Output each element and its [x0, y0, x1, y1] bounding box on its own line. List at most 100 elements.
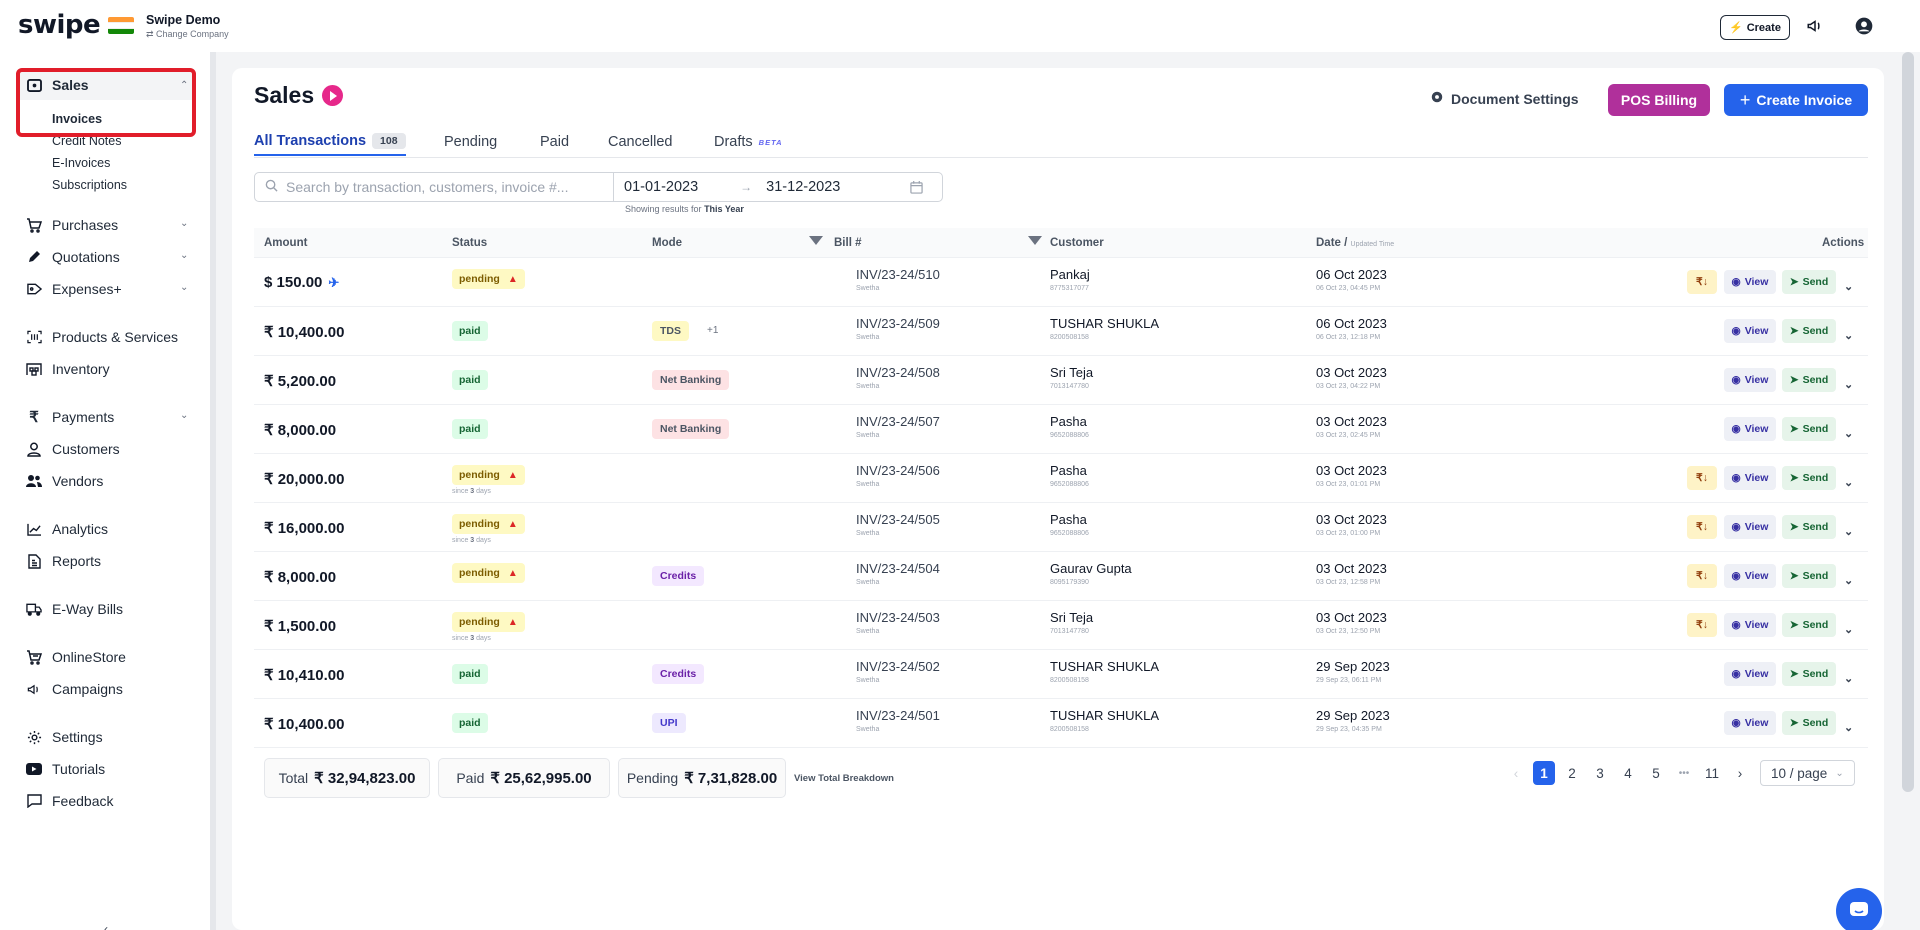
- customer-cell[interactable]: TUSHAR SHUKLA 8200508158: [1050, 659, 1159, 684]
- send-button[interactable]: ➤ Send: [1782, 368, 1836, 392]
- page-11[interactable]: 11: [1698, 761, 1726, 785]
- table-row[interactable]: ₹ 8,000.00 pending ▲ Credits INV/23-24/504 Sw…: [254, 552, 1868, 601]
- filter-icon[interactable]: [809, 236, 823, 245]
- sidebar-item-reports[interactable]: Reports: [26, 550, 101, 572]
- view-button[interactable]: ◉ View: [1724, 368, 1776, 392]
- page-ellipsis[interactable]: •••: [1670, 761, 1698, 785]
- sidebar-sub-subscriptions[interactable]: Subscriptions: [52, 178, 127, 192]
- chevron-down-icon[interactable]: ⌄: [180, 218, 188, 229]
- logo[interactable]: swipe: [18, 10, 135, 40]
- tab-cancelled[interactable]: Cancelled: [608, 128, 673, 156]
- company-switcher[interactable]: Swipe Demo ⇄ Change Company: [146, 13, 229, 40]
- send-button[interactable]: ➤ Send: [1782, 662, 1836, 686]
- bill-cell[interactable]: INV/23-24/504 Swetha: [856, 561, 940, 586]
- table-row[interactable]: ₹ 10,400.00 paid UPI INV/23-24/501 Swetha TUS…: [254, 699, 1868, 748]
- send-button[interactable]: ➤ Send: [1782, 613, 1836, 637]
- tab-pending[interactable]: Pending: [444, 128, 497, 156]
- view-total-breakdown-link[interactable]: View Total Breakdown: [794, 773, 894, 784]
- sidebar-item-quotations[interactable]: Quotations: [26, 246, 120, 268]
- view-button[interactable]: ◉ View: [1724, 662, 1776, 686]
- customer-cell[interactable]: Pasha 9652088806: [1050, 463, 1089, 488]
- column-amount[interactable]: Amount: [264, 237, 307, 249]
- view-button[interactable]: ◉ View: [1724, 564, 1776, 588]
- view-button[interactable]: ◉ View: [1724, 466, 1776, 490]
- bill-cell[interactable]: INV/23-24/507 Swetha: [856, 414, 940, 439]
- customer-cell[interactable]: TUSHAR SHUKLA 8200508158: [1050, 316, 1159, 341]
- search-input[interactable]: [286, 179, 606, 195]
- bill-cell[interactable]: INV/23-24/503 Swetha: [856, 610, 940, 635]
- send-button[interactable]: ➤ Send: [1782, 319, 1836, 343]
- tab-all-transactions[interactable]: All Transactions 108: [254, 128, 406, 156]
- more-actions-chevron-icon[interactable]: ⌄: [1844, 323, 1853, 347]
- table-row[interactable]: ₹ 16,000.00 pending ▲ since 3 days INV/23-24…: [254, 503, 1868, 552]
- sidebar-item-feedback[interactable]: Feedback: [26, 790, 113, 812]
- bill-cell[interactable]: INV/23-24/508 Swetha: [856, 365, 940, 390]
- table-row[interactable]: $ 150.00 ✈ pending ▲ INV/23-24/510 Swetha Pank…: [254, 258, 1868, 307]
- filter-icon[interactable]: [1028, 236, 1042, 245]
- sidebar-item-inventory[interactable]: Inventory: [26, 358, 110, 380]
- more-actions-chevron-icon[interactable]: ⌄: [1844, 470, 1853, 494]
- chevron-down-icon[interactable]: ⌄: [180, 410, 188, 421]
- megaphone-icon[interactable]: [1803, 14, 1827, 38]
- sidebar-item-payments[interactable]: ₹ Payments: [26, 406, 114, 428]
- payment-mode-more[interactable]: +1: [707, 325, 718, 336]
- view-button[interactable]: ◉ View: [1724, 515, 1776, 539]
- chevron-down-icon[interactable]: ⌄: [180, 250, 188, 261]
- send-button[interactable]: ➤ Send: [1782, 564, 1836, 588]
- column-date[interactable]: Date / Updated Time: [1316, 237, 1394, 249]
- page-3[interactable]: 3: [1586, 761, 1614, 785]
- account-icon[interactable]: [1852, 14, 1876, 38]
- sidebar-item-customers[interactable]: Customers: [26, 438, 120, 460]
- page-5[interactable]: 5: [1642, 761, 1670, 785]
- page-scrollbar[interactable]: [1902, 52, 1914, 792]
- more-actions-chevron-icon[interactable]: ⌄: [1844, 372, 1853, 396]
- more-actions-chevron-icon[interactable]: ⌄: [1844, 421, 1853, 445]
- customer-cell[interactable]: Gaurav Gupta 8095179390: [1050, 561, 1132, 586]
- customer-cell[interactable]: Pasha 9652088806: [1050, 414, 1089, 439]
- bill-cell[interactable]: INV/23-24/506 Swetha: [856, 463, 940, 488]
- send-button[interactable]: ➤ Send: [1782, 711, 1836, 735]
- view-button[interactable]: ◉ View: [1724, 270, 1776, 294]
- customer-cell[interactable]: Sri Teja 7013147780: [1050, 365, 1093, 390]
- date-range-picker[interactable]: 01-01-2023 → 31-12-2023: [613, 172, 943, 202]
- sidebar-item-eway-bills[interactable]: E-Way Bills: [26, 598, 123, 620]
- change-company-link[interactable]: ⇄ Change Company: [146, 29, 229, 40]
- view-button[interactable]: ◉ View: [1724, 319, 1776, 343]
- sidebar-item-online-store[interactable]: OnlineStore: [26, 646, 126, 668]
- sidebar-item-vendors[interactable]: Vendors: [26, 470, 103, 492]
- customer-cell[interactable]: Sri Teja 7013147780: [1050, 610, 1093, 635]
- more-actions-chevron-icon[interactable]: ⌄: [1844, 617, 1853, 641]
- record-payment-button[interactable]: ₹↓: [1687, 466, 1717, 490]
- send-button[interactable]: ➤ Send: [1782, 515, 1836, 539]
- send-button[interactable]: ➤ Send: [1782, 466, 1836, 490]
- sidebar-item-products[interactable]: Products & Services: [26, 326, 178, 348]
- view-button[interactable]: ◉ View: [1724, 417, 1776, 441]
- document-settings-button[interactable]: Document Settings: [1430, 90, 1579, 107]
- bill-cell[interactable]: INV/23-24/509 Swetha: [856, 316, 940, 341]
- bill-cell[interactable]: INV/23-24/502 Swetha: [856, 659, 940, 684]
- page-size-select[interactable]: 10 / page ⌄: [1760, 760, 1855, 786]
- create-invoice-button[interactable]: + Create Invoice: [1724, 84, 1868, 116]
- table-row[interactable]: ₹ 10,400.00 paid TDS +1 INV/23-24/509 Swetha T…: [254, 307, 1868, 356]
- send-button[interactable]: ➤ Send: [1782, 270, 1836, 294]
- next-page-icon[interactable]: ›: [1726, 761, 1754, 785]
- customer-cell[interactable]: Pankaj 8775317077: [1050, 267, 1090, 292]
- sidebar-item-purchases[interactable]: Purchases: [26, 214, 118, 236]
- send-button[interactable]: ➤ Send: [1782, 417, 1836, 441]
- sidebar-item-tutorials[interactable]: Tutorials: [26, 758, 105, 780]
- bill-cell[interactable]: INV/23-24/501 Swetha: [856, 708, 940, 733]
- sidebar-item-analytics[interactable]: Analytics: [26, 518, 108, 540]
- sidebar-item-settings[interactable]: Settings: [26, 726, 103, 748]
- customer-cell[interactable]: Pasha 9652088806: [1050, 512, 1089, 537]
- page-4[interactable]: 4: [1614, 761, 1642, 785]
- tab-drafts[interactable]: Drafts BETA: [714, 128, 783, 156]
- chat-support-button[interactable]: [1836, 888, 1882, 930]
- date-to[interactable]: 31-12-2023: [766, 179, 840, 195]
- record-payment-button[interactable]: ₹↓: [1687, 613, 1717, 637]
- table-row[interactable]: ₹ 8,000.00 paid Net Banking INV/23-24/507 Sw…: [254, 405, 1868, 454]
- more-actions-chevron-icon[interactable]: ⌄: [1844, 274, 1853, 298]
- bill-cell[interactable]: INV/23-24/505 Swetha: [856, 512, 940, 537]
- sidebar-sub-e-invoices[interactable]: E-Invoices: [52, 156, 110, 170]
- create-button[interactable]: ⚡ Create: [1720, 15, 1790, 40]
- table-row[interactable]: ₹ 5,200.00 paid Net Banking INV/23-24/508 Sw…: [254, 356, 1868, 405]
